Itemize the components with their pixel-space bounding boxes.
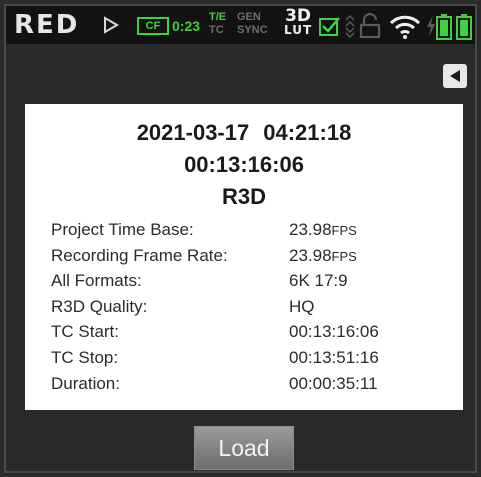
- timecode-mode[interactable]: T/E TC: [209, 11, 233, 37]
- clip-datetime: 2021-03-17 04:21:18: [25, 120, 463, 146]
- brand-logo: RED: [14, 10, 80, 40]
- te-label: T/E: [209, 11, 227, 23]
- genlock-sync-indicator[interactable]: GEN SYNC: [237, 11, 268, 37]
- lut-bottom: LUT: [284, 23, 313, 37]
- tc-label: TC: [209, 24, 224, 36]
- detail-label: All Formats:: [51, 271, 142, 291]
- camera-screen: RED CF 0:23 T/E TC GEN SYNC 3D LUT 2021-…: [0, 0, 481, 477]
- detail-row: Recording Frame Rate: 23.98FPS: [51, 244, 451, 270]
- detail-unit: FPS: [331, 248, 357, 264]
- detail-row: Duration: 00:00:35:11: [51, 372, 451, 398]
- detail-row: All Formats: 6K 17:9: [51, 269, 451, 295]
- detail-row: R3D Quality: HQ: [51, 295, 451, 321]
- detail-value: 23.98FPS: [289, 220, 357, 240]
- detail-value-number: 23.98: [289, 245, 332, 265]
- clip-info-panel: 2021-03-17 04:21:18 00:13:16:06 R3D Proje…: [25, 104, 463, 410]
- lock-icon: [359, 13, 381, 39]
- bolt-icon: [427, 15, 435, 37]
- detail-row: Project Time Base: 23.98FPS: [51, 218, 451, 244]
- detail-label: Recording Frame Rate:: [51, 245, 228, 265]
- detail-row: TC Stop: 00:13:51:16: [51, 346, 451, 372]
- detail-unit: FPS: [331, 223, 357, 238]
- lut-indicator[interactable]: 3D LUT: [284, 6, 313, 38]
- detail-value-number: 23.98: [289, 220, 332, 239]
- detail-value: 00:13:51:16: [289, 347, 379, 367]
- clip-time: 04:21:18: [263, 120, 352, 145]
- battery-icon: [456, 14, 472, 40]
- lut-top: 3D: [285, 6, 312, 26]
- wifi-icon[interactable]: [389, 15, 421, 39]
- detail-label: TC Start:: [51, 322, 120, 342]
- media-badge[interactable]: CF: [137, 17, 169, 35]
- back-button[interactable]: [443, 64, 467, 88]
- battery-icon: [436, 14, 452, 40]
- detail-label: R3D Quality:: [51, 296, 148, 316]
- clip-format: R3D: [221, 184, 266, 209]
- detail-value: HQ: [289, 296, 315, 316]
- detail-label: TC Stop:: [51, 347, 119, 367]
- play-arrow-icon: [104, 16, 119, 34]
- arrows-icon: [345, 14, 355, 38]
- detail-label: Duration:: [51, 373, 120, 393]
- detail-value: 23.98FPS: [289, 246, 357, 266]
- gen-label: GEN: [237, 11, 261, 23]
- status-bar: RED CF 0:23 T/E TC GEN SYNC 3D LUT: [6, 6, 475, 44]
- detail-label: Project Time Base:: [51, 220, 194, 239]
- detail-value: 00:13:16:06: [289, 322, 379, 342]
- media-remaining-time: 0:23: [172, 18, 201, 34]
- detail-row: TC Start: 00:13:16:06: [51, 320, 451, 346]
- clip-timecode: 00:13:16:06: [184, 152, 304, 177]
- clip-date: 2021-03-17: [136, 120, 250, 145]
- checkbox-icon[interactable]: [319, 17, 341, 37]
- back-arrow-icon: [450, 70, 460, 82]
- detail-value: 00:00:35:11: [289, 373, 378, 393]
- load-button[interactable]: Load: [194, 426, 294, 470]
- sync-label: SYNC: [237, 24, 268, 36]
- detail-value: 6K 17:9: [289, 271, 348, 291]
- clip-details-list: Project Time Base: 23.98FPS Recording Fr…: [51, 218, 451, 397]
